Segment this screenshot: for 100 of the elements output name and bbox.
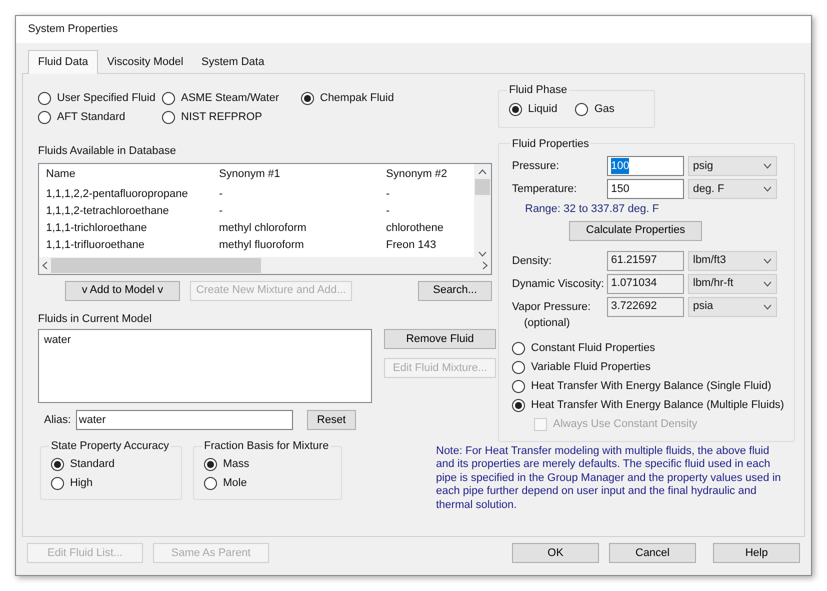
table-cell-text: - xyxy=(219,204,224,219)
radio-button[interactable] xyxy=(512,398,525,412)
table-cell-text: 1,1,1,2,2-pentafluoropropane xyxy=(46,186,189,202)
tab[interactable]: Viscosity Model xyxy=(98,51,192,73)
table-cell-text: 1,1,1-trichloroethane xyxy=(46,220,148,236)
alias-field[interactable]: water xyxy=(76,410,293,430)
table-cell-text: 1,1,1,2-tetrachloroethane xyxy=(46,204,170,219)
chevron-down-icon xyxy=(478,250,487,256)
button[interactable]: Reset xyxy=(306,410,356,430)
radio-button[interactable] xyxy=(162,111,175,124)
table-cell-text: methyl fluoroform xyxy=(219,238,305,253)
value-field[interactable]: 1.071034 xyxy=(607,274,684,294)
radio-label: Heat Transfer With Energy Balance (Single Fluid) xyxy=(531,378,772,394)
scrollbar-thumb[interactable] xyxy=(51,258,261,272)
tab[interactable]: Fluid Data xyxy=(28,50,98,74)
chevron-left-icon xyxy=(42,260,48,270)
section-label: Fluids in Current Model xyxy=(38,312,153,326)
table-cell-text: - xyxy=(386,204,391,219)
radio-button[interactable] xyxy=(204,476,217,490)
radio-label: Mole xyxy=(223,476,247,491)
field-label: Alias: xyxy=(44,412,71,428)
radio-button[interactable] xyxy=(575,102,588,116)
unit-dropdown[interactable]: lbm/hr-ft xyxy=(688,274,777,294)
radio-button[interactable] xyxy=(512,380,525,392)
radio-button[interactable] xyxy=(512,342,525,354)
group-title: State Property Accuracy xyxy=(50,439,170,454)
column-header[interactable]: Synonym #1 xyxy=(219,166,386,183)
column-header[interactable]: Name xyxy=(46,166,219,183)
vertical-scrollbar[interactable] xyxy=(474,164,491,256)
table-cell-text: - xyxy=(219,186,224,202)
unit-dropdown[interactable]: deg. F xyxy=(688,179,777,199)
field-label: Density: xyxy=(512,254,553,268)
list-item[interactable]: water xyxy=(44,332,366,348)
table-cell-text: 1,1,1-trifluoroethane xyxy=(46,238,146,253)
field-label: Dynamic Viscosity: xyxy=(512,276,606,292)
horizontal-scrollbar[interactable] xyxy=(39,256,491,274)
chevron-down-icon xyxy=(763,258,772,264)
button[interactable]: Help xyxy=(713,543,800,563)
checkbox-label: Always Use Constant Density xyxy=(553,417,698,432)
radio-label: Chempak Fluid xyxy=(320,91,394,106)
radio-button[interactable] xyxy=(512,360,525,374)
fluid-list[interactable]: water xyxy=(38,329,372,403)
radio-label: Heat Transfer With Energy Balance (Multiple Fluids) xyxy=(531,398,784,413)
group-title: Fraction Basis for Mixture xyxy=(203,439,330,454)
radio-button[interactable] xyxy=(51,476,64,490)
radio-button[interactable] xyxy=(162,92,175,105)
table-cell-text: Freon 143 xyxy=(386,238,438,253)
field-label: Vapor Pressure: xyxy=(512,300,592,314)
radio-label: AFT Standard xyxy=(57,110,126,126)
radio-label: Standard xyxy=(70,456,115,472)
value-field[interactable]: 100 xyxy=(607,156,684,176)
button[interactable]: Remove Fluid xyxy=(384,329,496,349)
chevron-down-icon xyxy=(763,186,772,192)
radio-label: Liquid xyxy=(528,102,558,117)
range-text: Range: 32 to 337.87 deg. F xyxy=(525,202,660,217)
chevron-up-icon xyxy=(478,168,487,174)
chevron-down-icon xyxy=(763,280,772,286)
section-label: Fluids Available in Database xyxy=(38,144,177,159)
radio-label: ASME Steam/Water xyxy=(181,91,280,106)
unit-dropdown[interactable]: lbm/ft3 xyxy=(688,250,777,270)
chevron-right-icon xyxy=(482,260,488,270)
button[interactable]: Cancel xyxy=(609,543,696,563)
unit-dropdown[interactable]: psig xyxy=(688,156,777,176)
table-cell-text: - xyxy=(386,186,391,202)
field-hint: (optional) xyxy=(524,316,571,328)
radio-button[interactable] xyxy=(301,92,314,105)
radio-label: Constant Fluid Properties xyxy=(531,340,656,356)
field-label: Temperature: xyxy=(512,182,578,197)
tab[interactable]: System Data xyxy=(192,51,274,73)
unit-dropdown[interactable]: psia xyxy=(688,296,777,316)
group-title: Fluid Phase xyxy=(508,83,568,98)
radio-button[interactable] xyxy=(38,111,51,124)
radio-label: High xyxy=(70,476,93,491)
radio-label: Variable Fluid Properties xyxy=(531,360,651,375)
table-cell-text: methyl chloroform xyxy=(219,220,308,236)
radio-button[interactable] xyxy=(204,458,217,470)
value-field[interactable]: 150 xyxy=(607,179,684,199)
button[interactable]: Calculate Properties xyxy=(569,220,702,240)
value-field[interactable]: 3.722692 xyxy=(607,296,684,316)
button[interactable]: Search... xyxy=(418,280,492,300)
fluid-list[interactable]: Name Synonym #1 Synonym #2 1,1,1,2,2-pentafluoropropane - - 1,1,1,2-tetrachloroethane - - 1,1,1-trichloroethane methyl chloroform chlorothene 1,1,1-trifluoroethane methyl fluoroform Freon 143 xyxy=(38,162,492,274)
radio-label: NIST REFPROP xyxy=(181,110,262,126)
radio-button[interactable] xyxy=(51,458,64,470)
group-title: Fluid Properties xyxy=(511,136,590,152)
radio-label: Gas xyxy=(594,102,615,117)
field-label: Pressure: xyxy=(512,158,560,174)
note-text: Note: For Heat Transfer modeling with multiple fluids, the above fluid and its properties are merely defaults. The specific fluid used in each pipe is specified in the Group Manager and the property values used in each pipe further depend on user input and the final hydraulic and thermal solution. xyxy=(436,444,782,512)
button[interactable]: v Add to Model v xyxy=(65,280,180,300)
chevron-down-icon xyxy=(763,304,772,310)
window-title: System Properties xyxy=(28,22,118,38)
column-header[interactable]: Synonym #2 xyxy=(386,166,474,183)
chevron-down-icon xyxy=(763,163,772,169)
table-cell-text: chlorothene xyxy=(386,220,444,236)
radio-label: User Specified Fluid xyxy=(57,91,156,106)
button[interactable]: OK xyxy=(512,543,599,563)
value-field[interactable]: 61.21597 xyxy=(607,250,684,270)
radio-label: Mass xyxy=(223,456,250,472)
radio-button[interactable] xyxy=(509,102,522,116)
scrollbar-thumb[interactable] xyxy=(475,178,490,194)
radio-button[interactable] xyxy=(38,92,51,105)
